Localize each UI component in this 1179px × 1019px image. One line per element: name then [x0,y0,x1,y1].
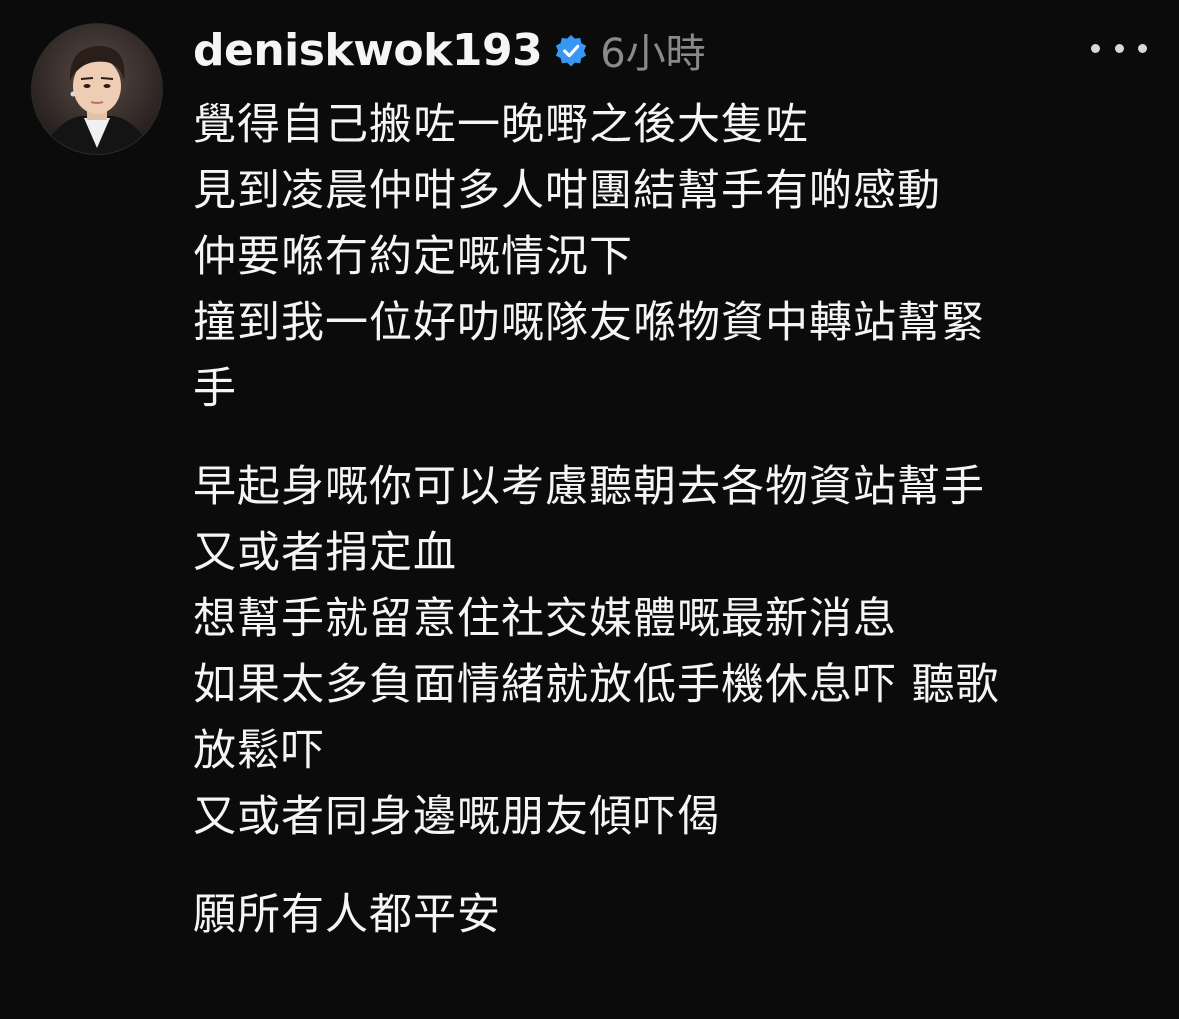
caption-line: 又或者同身邊嘅朋友傾吓偈 [193,792,721,842]
caption-line: 仲要喺冇約定嘅情況下 [193,232,633,282]
more-dot [1091,43,1100,53]
timestamp: 6小時 [600,31,706,77]
post-caption: 覺得自己搬咗一晚嘢之後大隻咗 見到凌晨仲咁多人咁團結幫手有啲感動 仲要喺冇約定嘅… [193,92,1133,948]
caption-line: 放鬆吓 [193,726,325,776]
caption-line: 撞到我一位好叻嘅隊友喺物資中轉站幫緊 [193,298,985,348]
more-dot [1114,43,1124,53]
more-options-icon[interactable] [1091,36,1147,60]
post-header: deniskwok193 6小時 [193,22,706,78]
caption-line: 手 [193,364,237,414]
caption-line: 願所有人都平安 [193,890,501,940]
caption-line: 見到凌晨仲咁多人咁團結幫手有啲感動 [193,166,941,216]
caption-line: 早起身嘅你可以考慮聽朝去各物資站幫手 [193,462,985,512]
caption-line: 如果太多負面情緒就放低手機休息吓 聽歌 [193,660,1000,710]
post: deniskwok193 6小時 覺得自己搬咗一晚嘢之後大隻咗 見到凌晨仲咁多人… [0,0,1179,1019]
caption-line: 覺得自己搬咗一晚嘢之後大隻咗 [193,100,809,150]
caption-line: 又或者捐定血 [193,528,457,578]
username[interactable]: deniskwok193 [193,25,543,76]
more-dot [1138,43,1147,53]
avatar-photo [32,24,162,154]
verified-badge-icon [554,34,588,68]
avatar[interactable] [32,24,162,154]
caption-line: 想幫手就留意住社交媒體嘅最新消息 [193,594,897,644]
